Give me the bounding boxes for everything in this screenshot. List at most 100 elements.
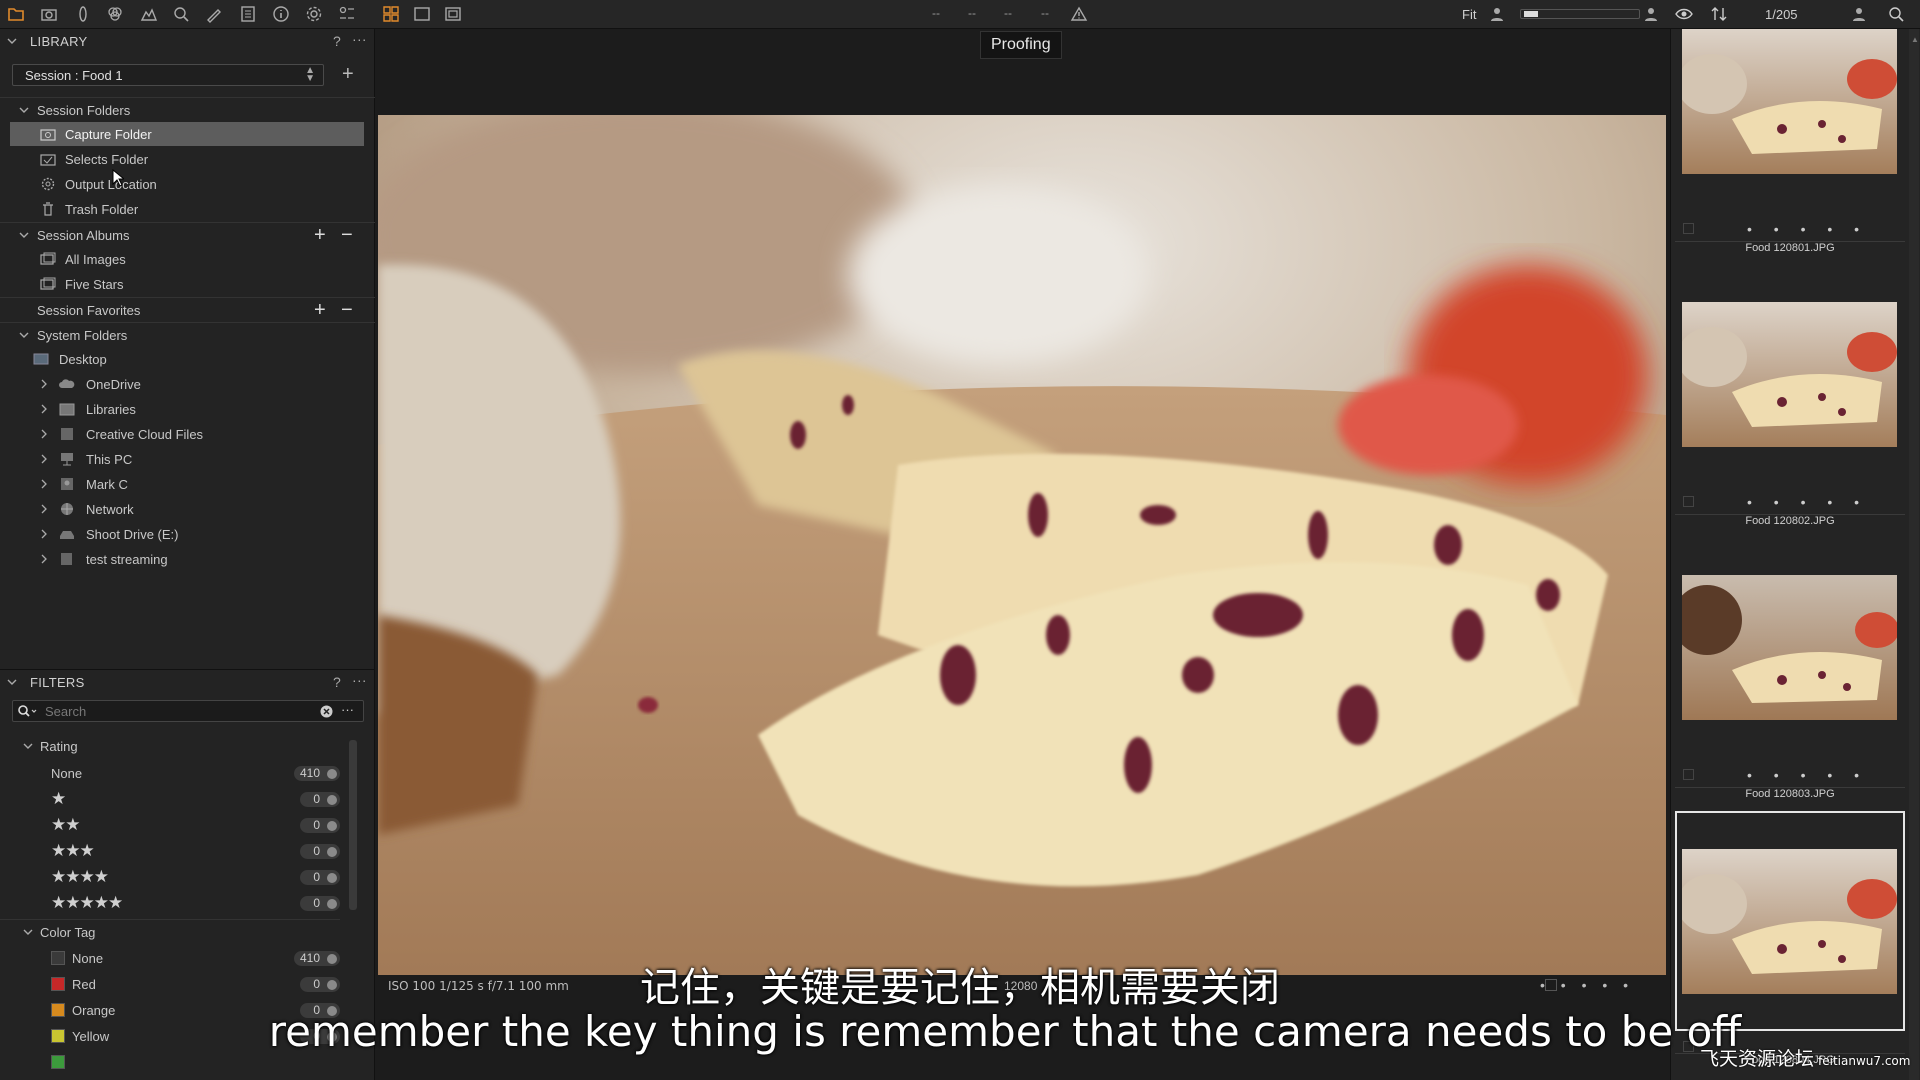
thumbnail-image[interactable]	[1682, 575, 1897, 720]
chevron-down-icon[interactable]	[22, 740, 34, 752]
settings-tool-tab-icon[interactable]	[303, 3, 325, 25]
filmstrip-scrollbar[interactable]	[1909, 29, 1919, 1080]
exposure-tool-tab-icon[interactable]	[138, 3, 160, 25]
remove-album-button[interactable]: −	[341, 224, 353, 247]
filter-search-input[interactable]: Search ···	[12, 700, 364, 722]
drive-icon	[60, 531, 74, 539]
chevron-down-icon[interactable]	[18, 104, 30, 116]
chevron-down-icon[interactable]	[6, 676, 18, 688]
sort-icon[interactable]	[1708, 3, 1730, 25]
sidebar-item-capture-folder[interactable]: Capture Folder	[10, 122, 364, 146]
sidebar-item-shoot-drive[interactable]: Shoot Drive (E:)	[0, 522, 375, 546]
rating-filter-none[interactable]: None 410	[0, 760, 340, 786]
sidebar-item-desktop[interactable]: Desktop	[0, 347, 375, 371]
lens-tool-tab-icon[interactable]	[72, 3, 94, 25]
thumbnail-select-checkbox[interactable]	[1683, 496, 1694, 507]
sidebar-item-onedrive[interactable]: OneDrive	[0, 372, 375, 396]
sidebar-item-creative-cloud-files[interactable]: Creative Cloud Files	[0, 422, 375, 446]
rating-filter-1-star[interactable]: ★ 0	[0, 786, 340, 812]
thumbnail-rating-dots[interactable]: • • • • •	[1747, 494, 1868, 510]
sidebar-item-all-images[interactable]: All Images	[0, 247, 375, 271]
chevron-right-icon[interactable]	[39, 528, 49, 540]
chevron-down-icon[interactable]	[22, 926, 34, 938]
clear-search-icon[interactable]	[320, 705, 333, 718]
thumbnail-item[interactable]: • • • • • Food 120801.JPG	[1675, 29, 1905, 294]
color-tool-tab-icon[interactable]	[104, 3, 126, 25]
session-favorites-group[interactable]: Session Favorites + −	[0, 297, 375, 321]
zoom-slider[interactable]	[1520, 9, 1640, 19]
session-folders-group[interactable]: Session Folders	[0, 97, 375, 121]
sidebar-item-libraries[interactable]: Libraries	[0, 397, 375, 421]
help-icon[interactable]: ?	[333, 674, 341, 690]
search-icon[interactable]	[17, 704, 39, 718]
zoom-slider-handle[interactable]	[1524, 11, 1538, 17]
chevron-right-icon[interactable]	[39, 378, 49, 390]
remove-favorite-button[interactable]: −	[341, 299, 353, 322]
library-panel-header[interactable]: LIBRARY ? ···	[0, 29, 375, 53]
more-options-icon[interactable]: ···	[352, 31, 367, 47]
chevron-down-icon[interactable]	[18, 329, 30, 341]
thumbnail-select-checkbox[interactable]	[1683, 223, 1694, 234]
sidebar-item-output-location[interactable]: Output Location	[0, 172, 375, 196]
multi-view-icon[interactable]	[442, 3, 464, 25]
add-favorite-button[interactable]: +	[314, 299, 326, 322]
sidebar-item-test-streaming[interactable]: test streaming	[0, 547, 375, 571]
zoom-fit-label[interactable]: Fit	[1462, 7, 1476, 22]
sidebar-item-this-pc[interactable]: This PC	[0, 447, 375, 471]
sidebar-item-network[interactable]: Network	[0, 497, 375, 521]
chevron-down-icon[interactable]	[6, 35, 18, 47]
rating-filter-2-stars[interactable]: ★★ 0	[0, 812, 340, 838]
user-icon	[1848, 3, 1870, 25]
sidebar-item-label: Mark C	[86, 477, 128, 492]
chevron-right-icon[interactable]	[39, 553, 49, 565]
metadata-tool-tab-icon[interactable]	[237, 3, 259, 25]
thumbnail-select-checkbox[interactable]	[1683, 769, 1694, 780]
eye-icon[interactable]	[1673, 3, 1695, 25]
filters-panel-header[interactable]: FILTERS ? ···	[0, 670, 375, 694]
library-tool-tab-icon[interactable]	[5, 3, 27, 25]
rating-filter-3-stars[interactable]: ★★★ 0	[0, 838, 340, 864]
scroll-up-arrow-icon[interactable]: ▲	[1911, 35, 1919, 44]
chevron-down-icon[interactable]	[18, 229, 30, 241]
sidebar-item-selects-folder[interactable]: Selects Folder	[0, 147, 375, 171]
chevron-right-icon[interactable]	[39, 478, 49, 490]
filters-scrollbar[interactable]	[349, 740, 357, 910]
chevron-right-icon[interactable]	[39, 428, 49, 440]
help-icon[interactable]: ?	[333, 33, 341, 49]
main-photo[interactable]	[378, 115, 1666, 975]
thumbnail-item[interactable]: • • • • • Food 120802.JPG	[1675, 302, 1905, 567]
thumbnail-image[interactable]	[1682, 29, 1897, 174]
add-album-button[interactable]: +	[314, 224, 326, 247]
thumbnail-rating-dots[interactable]: • • • • •	[1747, 221, 1868, 237]
sidebar-item-trash-folder[interactable]: Trash Folder	[0, 197, 375, 221]
grid-view-icon[interactable]	[380, 3, 402, 25]
chevron-right-icon[interactable]	[39, 453, 49, 465]
search-options-icon[interactable]: ···	[341, 702, 354, 717]
rating-filter-5-stars[interactable]: ★★★★★ 0	[0, 890, 340, 916]
adjustments-tool-tab-icon[interactable]	[203, 3, 225, 25]
chevron-right-icon[interactable]	[39, 503, 49, 515]
chevron-right-icon[interactable]	[39, 403, 49, 415]
rating-filter-4-stars[interactable]: ★★★★ 0	[0, 864, 340, 890]
add-session-button[interactable]: +	[342, 64, 354, 84]
info-tool-tab-icon[interactable]	[270, 3, 292, 25]
sidebar-item-five-stars[interactable]: Five Stars	[0, 272, 375, 296]
color-tag-filter-group[interactable]: Color Tag	[0, 919, 340, 943]
capture-tool-tab-icon[interactable]	[38, 3, 60, 25]
session-select[interactable]: Session : Food 1 ▲ ▼	[12, 64, 324, 86]
rating-count: 0	[300, 818, 340, 833]
single-view-icon[interactable]	[411, 3, 433, 25]
custom-tool-tab-icon[interactable]	[336, 3, 358, 25]
system-folders-group[interactable]: System Folders	[0, 322, 375, 346]
more-options-icon[interactable]: ···	[352, 672, 367, 688]
details-tool-tab-icon[interactable]	[170, 3, 192, 25]
star-rating-icon: ★	[51, 789, 66, 808]
thumbnail-item[interactable]: • • • • • Food 120803.JPG	[1675, 575, 1905, 840]
rating-filter-group[interactable]: Rating	[0, 734, 340, 758]
search-icon[interactable]	[1885, 3, 1907, 25]
thumbnail-image[interactable]	[1682, 302, 1897, 447]
session-albums-group[interactable]: Session Albums + −	[0, 222, 375, 246]
sidebar-item-label: Selects Folder	[65, 152, 149, 167]
sidebar-item-mark-c[interactable]: Mark C	[0, 472, 375, 496]
thumbnail-rating-dots[interactable]: • • • • •	[1747, 767, 1868, 783]
